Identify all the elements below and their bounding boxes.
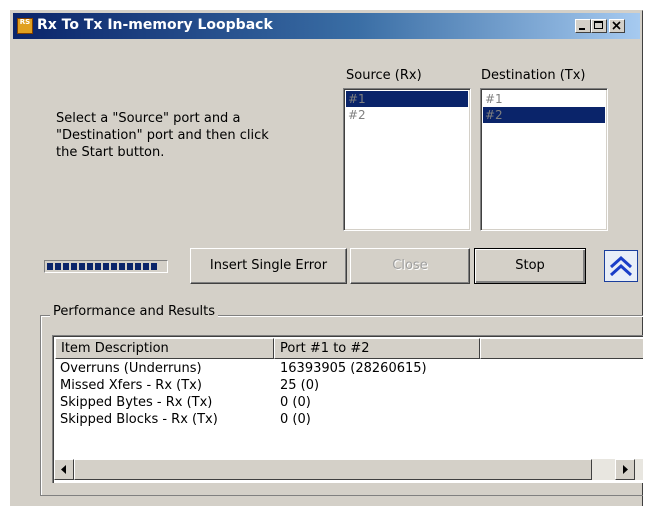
row-value: 0 (0) [280,412,311,427]
column-header-empty[interactable] [480,338,643,359]
triangle-right-icon [623,465,628,474]
source-item-1[interactable]: #1 [346,91,468,107]
horizontal-scrollbar[interactable] [54,459,643,480]
maximize-icon [594,21,603,29]
scroll-right-button[interactable] [615,459,635,480]
close-button[interactable] [609,19,625,33]
double-chevron-up-icon [609,255,633,277]
column-header-port[interactable]: Port #1 to #2 [274,338,480,359]
window-title: Rx To Tx In-memory Loopback [37,17,273,33]
row-description: Skipped Bytes - Rx (Tx) [60,395,213,410]
scroll-thumb[interactable] [74,459,592,480]
row-value: 25 (0) [280,378,320,393]
scroll-left-button[interactable] [54,459,74,480]
title-bar[interactable]: RS Rx To Tx In-memory Loopback [13,13,640,39]
minimize-button[interactable] [575,19,591,33]
destination-label: Destination (Tx) [481,68,586,83]
source-label: Source (Rx) [346,68,422,83]
triangle-left-icon [61,465,66,474]
minimize-icon [579,28,585,30]
collapse-button[interactable] [604,250,638,282]
results-header: Item Description Port #1 to #2 [55,338,643,359]
row-description: Missed Xfers - Rx (Tx) [60,378,202,393]
maximize-button[interactable] [591,19,607,33]
progress-fill [47,263,159,270]
column-header-item-description[interactable]: Item Description [55,338,274,359]
row-value: 16393905 (28260615) [280,361,427,376]
close-dialog-button[interactable]: Close [350,248,470,284]
destination-item-2[interactable]: #2 [483,107,605,123]
source-listbox[interactable]: #1 #2 [343,88,471,231]
performance-group-label: Performance and Results [50,304,219,319]
close-icon [612,21,621,30]
progress-bar [44,260,168,273]
source-item-2[interactable]: #2 [346,107,468,123]
app-icon: RS [17,18,33,34]
destination-item-1[interactable]: #1 [483,91,605,107]
instructions-text: Select a "Source" port and a "Destinatio… [56,111,269,160]
row-value: 0 (0) [280,395,311,410]
insert-single-error-button[interactable]: Insert Single Error [190,248,347,284]
row-description: Skipped Blocks - Rx (Tx) [60,412,218,427]
destination-listbox[interactable]: #1 #2 [480,88,608,231]
stop-button[interactable]: Stop [474,248,586,284]
row-description: Overruns (Underruns) [60,361,202,376]
